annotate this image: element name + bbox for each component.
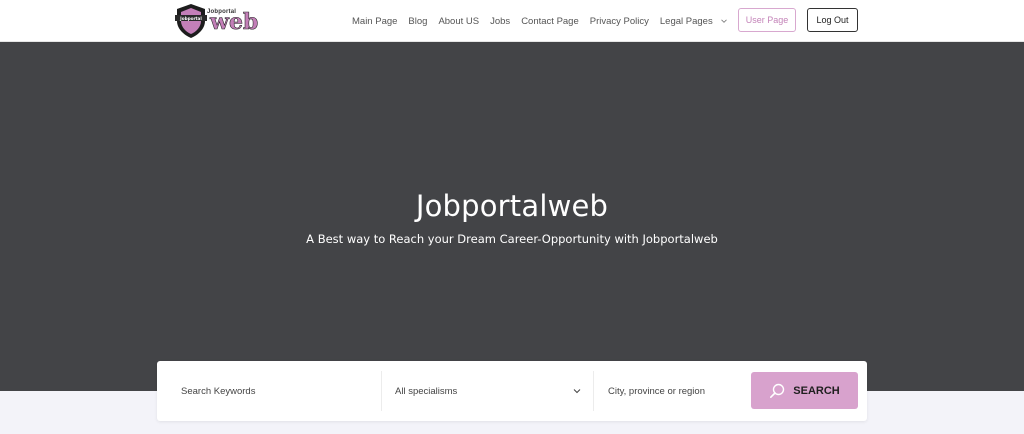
search-icon [770,383,785,398]
specialism-select[interactable]: All specialisms [395,361,581,421]
nav-item-contact-page[interactable]: Contact Page [521,16,579,27]
city-placeholder: City, province or region [608,385,705,397]
shield-logo-icon: Jobportal [175,4,207,38]
specialism-selected-value: All specialisms [395,385,458,397]
hero-banner: Jobportalweb A Best way to Reach your Dr… [0,42,1024,391]
site-header: Jobportal Jobportal web Main Page Blog A… [0,0,1024,42]
divider [381,371,382,411]
user-page-button[interactable]: User Page [738,8,796,32]
job-search-bar: Search Keywords All specialisms City, pr… [157,361,867,421]
nav-item-legal-pages[interactable]: Legal Pages [659,15,728,27]
search-button-label: SEARCH [793,384,840,397]
nav-item-main-page[interactable]: Main Page [352,16,397,27]
search-button[interactable]: SEARCH [751,372,858,409]
logout-button[interactable]: Log Out [807,8,858,32]
logo-web-text: web [210,9,259,35]
svg-text:Jobportal: Jobportal [179,16,202,21]
hero-title: Jobportalweb [415,189,609,223]
site-logo[interactable]: Jobportal Jobportal web [174,3,259,39]
nav-item-blog[interactable]: Blog [408,16,427,27]
keywords-placeholder: Search Keywords [181,385,256,397]
main-nav: Main Page Blog About US Jobs Contact Pag… [352,0,728,42]
chevron-down-icon [721,19,728,23]
city-input[interactable]: City, province or region [608,361,748,421]
divider [593,371,594,411]
nav-item-legal-pages-label: Legal Pages [659,15,713,27]
nav-item-jobs[interactable]: Jobs [490,16,510,27]
chevron-down-icon [573,389,581,394]
nav-item-privacy-policy[interactable]: Privacy Policy [590,16,649,27]
keywords-input[interactable]: Search Keywords [181,361,381,421]
hero-subtitle: A Best way to Reach your Dream Career-Op… [306,232,718,246]
nav-item-about-us[interactable]: About US [438,16,479,27]
